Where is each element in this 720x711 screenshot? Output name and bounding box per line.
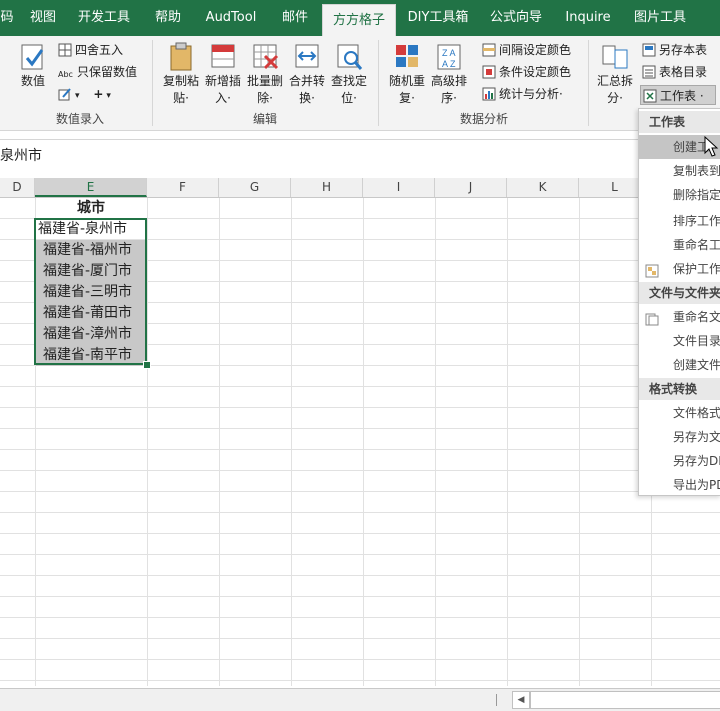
- menu-item-file-directory[interactable]: 文件目录: [639, 329, 720, 353]
- abc-icon: Abc: [58, 69, 73, 79]
- copy-paste-button[interactable]: 复制粘 贴·: [160, 40, 202, 106]
- interval-color-icon: [482, 43, 496, 57]
- tab-inquire[interactable]: Inquire: [558, 0, 618, 36]
- menu-item-export-pdf[interactable]: 导出为PD: [639, 473, 720, 495]
- numeric-button[interactable]: 数值: [12, 40, 54, 106]
- menu-section-format-convert: 格式转换: [639, 378, 720, 400]
- interval-color-button[interactable]: 间隔设定颜色: [482, 40, 571, 60]
- numeric-icon: [19, 42, 47, 72]
- menu-item-sort-worksheet[interactable]: 排序工作: [639, 209, 720, 233]
- worksheet-dropdown-button[interactable]: 工作表 ·: [640, 85, 716, 105]
- batch-delete-button[interactable]: 批量删 除·: [244, 40, 286, 106]
- edit-tools-button[interactable]: ▾ + ▾: [58, 84, 111, 104]
- conditional-color-button[interactable]: 条件设定颜色: [482, 62, 571, 82]
- pencil-icon: [58, 87, 72, 101]
- splitter[interactable]: [496, 694, 497, 706]
- rename-file-icon: [645, 310, 659, 326]
- worksheet-dropdown-menu: 工作表 创建工 复制表到 删除指定 排序工作 重命名工 保护工作 文件与文件夹 …: [638, 108, 720, 496]
- mouse-cursor-icon: [704, 136, 719, 157]
- advanced-sort-button[interactable]: Z AA Z 高级排 序·: [428, 40, 470, 106]
- tab-fangfang[interactable]: 方方格子: [322, 4, 396, 37]
- sheet-tab-bar: ◀: [0, 688, 720, 711]
- random-duplicate-button[interactable]: 随机重 复·: [386, 40, 428, 106]
- summary-split-button[interactable]: 汇总拆 分·: [594, 40, 636, 106]
- dropdown-caret-icon: ▾: [106, 91, 111, 101]
- ribbon-tab-bar: 码 视图 开发工具 帮助 AudTool 邮件 方方格子 DIY工具箱 公式向导…: [0, 0, 720, 37]
- scroll-left-icon[interactable]: ◀: [512, 691, 530, 709]
- column-header-e[interactable]: E: [35, 178, 147, 197]
- cell-e-header[interactable]: 城市: [35, 198, 147, 219]
- tab-picture-tools[interactable]: 图片工具: [628, 0, 692, 36]
- group-divider: [588, 40, 589, 126]
- summary-split-icon: [601, 42, 629, 72]
- column-header-g[interactable]: G: [219, 178, 291, 197]
- magnifier-icon: [335, 42, 363, 72]
- formula-spacer: [0, 168, 720, 178]
- group-label-number-entry: 数值录入: [55, 112, 104, 126]
- menu-item-delete-specified[interactable]: 删除指定: [639, 183, 720, 207]
- svg-text:A Z: A Z: [442, 59, 456, 69]
- conditional-color-icon: [482, 65, 496, 79]
- formula-content[interactable]: 泉州市: [0, 145, 42, 165]
- group-divider: [152, 40, 153, 126]
- tab-view[interactable]: 视图: [22, 0, 64, 36]
- column-header-i[interactable]: I: [363, 178, 435, 197]
- ribbon: 数值 四舍五入 Abc 只保留数值 ▾ + ▾ 数值录入 复制粘 贴· 新增插 入·…: [0, 36, 720, 131]
- table-directory-button[interactable]: 表格目录: [642, 62, 707, 82]
- menu-item-copy-table[interactable]: 复制表到: [639, 159, 720, 183]
- horizontal-scrollbar[interactable]: [530, 691, 720, 709]
- menu-item-save-as-dbf[interactable]: 另存为DI: [639, 449, 720, 473]
- random-grid-icon: [393, 42, 421, 72]
- tab-formula-wizard[interactable]: 公式向导: [484, 0, 548, 36]
- keep-value-button[interactable]: Abc 只保留数值: [58, 62, 137, 82]
- delete-grid-icon: [251, 42, 279, 72]
- insert-row-icon: [209, 42, 237, 72]
- menu-section-files: 文件与文件夹: [639, 282, 720, 304]
- merge-icon: [293, 42, 321, 72]
- menu-item-save-as-file[interactable]: 另存为文: [639, 425, 720, 449]
- tab-mail[interactable]: 邮件: [274, 0, 316, 36]
- dropdown-caret-icon: ▾: [75, 91, 80, 101]
- group-divider: [378, 40, 379, 126]
- menu-item-create-file[interactable]: 创建文件: [639, 353, 720, 377]
- save-table-icon: [642, 43, 656, 57]
- sort-az-icon: Z AA Z: [435, 42, 463, 72]
- tab-diy-toolbox[interactable]: DIY工具箱: [402, 0, 474, 36]
- statistics-icon: [482, 87, 496, 101]
- protect-sheet-icon: [645, 262, 659, 278]
- round-button[interactable]: 四舍五入: [58, 40, 123, 60]
- merge-convert-button[interactable]: 合并转 换·: [286, 40, 328, 106]
- ribbon-spacer: [0, 131, 720, 139]
- column-header-d[interactable]: D: [0, 178, 35, 197]
- worksheet-icon: [643, 89, 657, 103]
- group-label-edit: 编辑: [252, 112, 277, 126]
- round-icon: [58, 43, 72, 57]
- fill-handle[interactable]: [143, 361, 151, 369]
- tab-review[interactable]: 码: [0, 0, 14, 36]
- column-header-f[interactable]: F: [147, 178, 219, 197]
- menu-section-worksheet: 工作表: [639, 111, 720, 133]
- selection-range: [34, 218, 147, 365]
- column-header-h[interactable]: H: [291, 178, 363, 197]
- column-header-k[interactable]: K: [507, 178, 579, 197]
- menu-item-rename-file[interactable]: 重命名文: [639, 305, 720, 329]
- menu-item-file-format[interactable]: 文件格式: [639, 401, 720, 425]
- table-directory-icon: [642, 65, 656, 79]
- menu-item-protect-worksheet[interactable]: 保护工作: [639, 257, 720, 281]
- group-label-data-analysis: 数据分析: [459, 112, 508, 126]
- svg-text:Z A: Z A: [442, 48, 456, 58]
- column-header-bar: D E F G H I J K L: [0, 178, 720, 198]
- save-as-table-button[interactable]: 另存本表: [642, 40, 707, 60]
- tab-help[interactable]: 帮助: [146, 0, 190, 36]
- find-locate-button[interactable]: 查找定 位·: [328, 40, 370, 106]
- statistics-button[interactable]: 统计与分析·: [482, 84, 563, 104]
- clipboard-icon: [167, 42, 195, 72]
- menu-item-rename-worksheet[interactable]: 重命名工: [639, 233, 720, 257]
- column-header-j[interactable]: J: [435, 178, 507, 197]
- new-insert-button[interactable]: 新增插 入·: [202, 40, 244, 106]
- tab-developer[interactable]: 开发工具: [72, 0, 136, 36]
- tab-audtool[interactable]: AudTool: [198, 0, 264, 36]
- formula-bar[interactable]: 泉州市: [0, 139, 720, 169]
